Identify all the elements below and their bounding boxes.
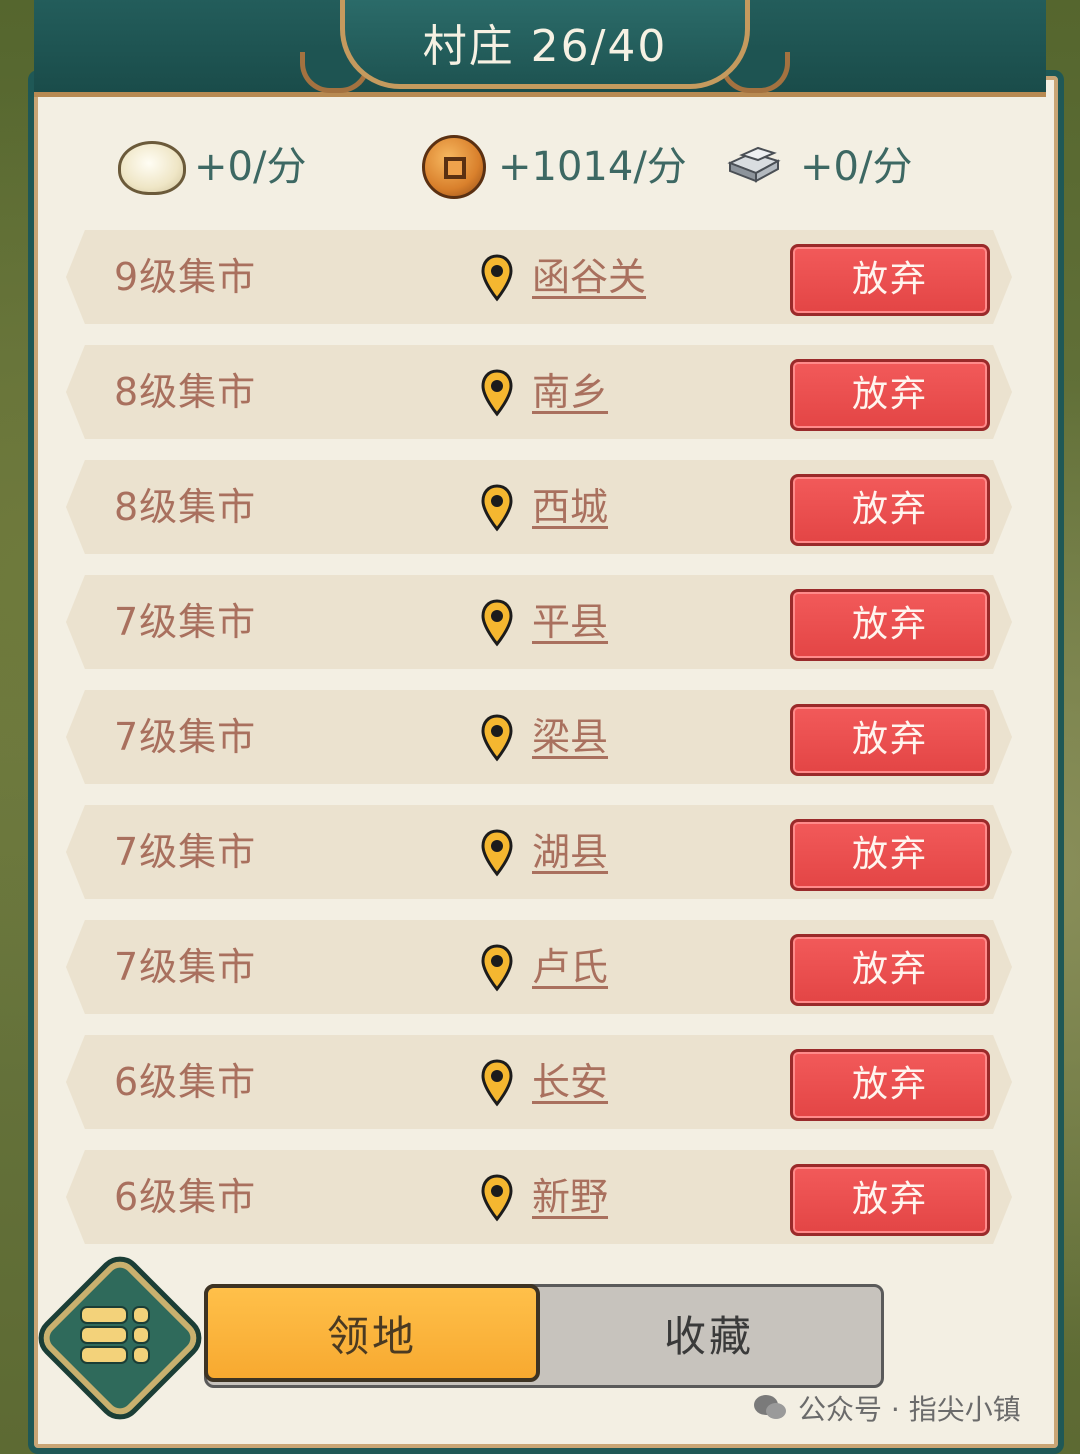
- village-row: 7级集市 湖县 放弃: [66, 805, 1012, 899]
- location-link[interactable]: 长安: [532, 1035, 608, 1129]
- location-link[interactable]: 南乡: [532, 345, 608, 439]
- location-link[interactable]: 西城: [532, 460, 608, 554]
- abandon-button[interactable]: 放弃: [790, 934, 990, 1006]
- market-level: 8级集市: [114, 370, 257, 414]
- location-pin-icon: [480, 369, 514, 417]
- market-level: 6级集市: [114, 1060, 257, 1104]
- village-row: 7级集市 平县 放弃: [66, 575, 1012, 669]
- location-pin-icon: [480, 944, 514, 992]
- market-level: 6级集市: [114, 1175, 257, 1219]
- market-level: 7级集市: [114, 945, 257, 989]
- location-pin-icon: [480, 484, 514, 532]
- resource-iron-rate: +0/分: [800, 144, 913, 190]
- wechat-icon: [752, 1393, 788, 1423]
- watermark: 公众号 · 指尖小镇: [752, 1388, 1021, 1428]
- resource-iron: +0/分: [722, 128, 912, 198]
- resource-food: +0/分: [116, 128, 306, 198]
- location-link[interactable]: 梁县: [532, 690, 608, 784]
- location-pin-icon: [480, 1174, 514, 1222]
- abandon-button[interactable]: 放弃: [790, 589, 990, 661]
- village-row: 8级集市 西城 放弃: [66, 460, 1012, 554]
- abandon-button[interactable]: 放弃: [790, 359, 990, 431]
- abandon-button[interactable]: 放弃: [790, 244, 990, 316]
- village-row: 7级集市 梁县 放弃: [66, 690, 1012, 784]
- iron-ingot-icon: [722, 135, 786, 191]
- market-level: 7级集市: [114, 715, 257, 759]
- watermark-text: 公众号 · 指尖小镇: [798, 1393, 1021, 1426]
- resource-food-rate: +0/分: [194, 144, 307, 190]
- village-row: 6级集市 新野 放弃: [66, 1150, 1012, 1244]
- market-level: 7级集市: [114, 830, 257, 874]
- market-level: 9级集市: [114, 255, 257, 299]
- location-link[interactable]: 卢氏: [532, 920, 608, 1014]
- bun-icon: [116, 135, 186, 195]
- panel-title: 村庄 26/40: [340, 0, 750, 89]
- village-row: 6级集市 长安 放弃: [66, 1035, 1012, 1129]
- village-row: 9级集市 函谷关 放弃: [66, 230, 1012, 324]
- location-pin-icon: [480, 254, 514, 302]
- tab-favorites[interactable]: 收藏: [540, 1284, 878, 1382]
- menu-icon: [80, 1302, 150, 1364]
- village-row: 8级集市 南乡 放弃: [66, 345, 1012, 439]
- abandon-button[interactable]: 放弃: [790, 819, 990, 891]
- coin-icon: [420, 135, 486, 199]
- location-pin-icon: [480, 714, 514, 762]
- resource-bar: +0/分 +1014/分 +0/分: [0, 128, 1080, 199]
- abandon-button[interactable]: 放弃: [790, 1164, 990, 1236]
- location-pin-icon: [480, 1059, 514, 1107]
- location-pin-icon: [480, 829, 514, 877]
- tab-territory[interactable]: 领地: [204, 1284, 540, 1382]
- resource-coin: +1014/分: [420, 128, 687, 199]
- village-row: 7级集市 卢氏 放弃: [66, 920, 1012, 1014]
- location-link[interactable]: 函谷关: [532, 230, 646, 324]
- location-link[interactable]: 新野: [532, 1150, 608, 1244]
- market-level: 7级集市: [114, 600, 257, 644]
- abandon-button[interactable]: 放弃: [790, 704, 990, 776]
- abandon-button[interactable]: 放弃: [790, 474, 990, 546]
- location-pin-icon: [480, 599, 514, 647]
- location-link[interactable]: 湖县: [532, 805, 608, 899]
- abandon-button[interactable]: 放弃: [790, 1049, 990, 1121]
- location-link[interactable]: 平县: [532, 575, 608, 669]
- resource-coin-rate: +1014/分: [498, 144, 687, 190]
- market-level: 8级集市: [114, 485, 257, 529]
